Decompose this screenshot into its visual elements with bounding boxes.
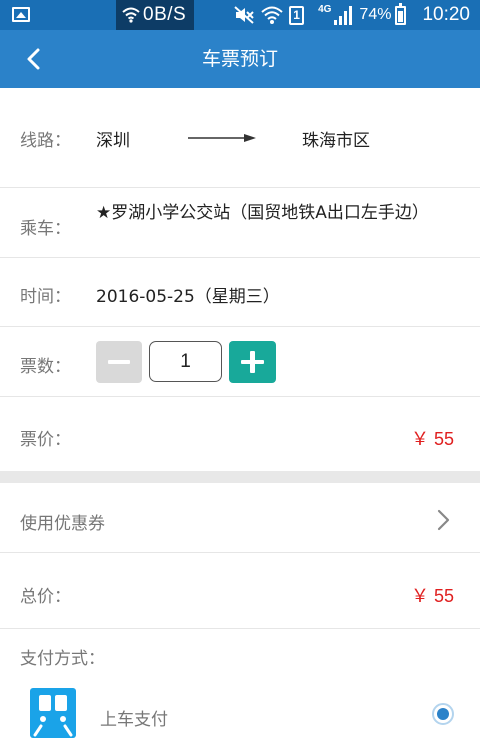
quantity-label: 票数： [20,357,71,377]
quantity-row: 票数： 1 [0,327,480,397]
route-from: 深圳 [96,131,130,151]
wifi-signal-icon [261,6,283,24]
coupon-row[interactable]: 使用优惠券 [0,483,480,553]
total-price: ￥ 55 [410,586,454,606]
section-divider [0,471,480,483]
clock: 10:20 [422,4,470,25]
time-row: 时间： 2016-05-25（星期三） [0,258,480,327]
quantity-input[interactable]: 1 [149,341,222,382]
mute-icon [234,6,254,24]
boarding-stop: ★罗湖小学公交站（国贸地铁A出口左手边） [96,203,429,223]
route-label: 线路： [20,131,71,151]
bus-icon [30,688,76,738]
sim-icon: 1 [289,5,305,25]
departure-date: 2016-05-25（星期三） [96,287,280,307]
arrow-right-icon [188,134,256,142]
cell-signal-icon [334,5,353,25]
battery-percent: 74% [359,6,392,23]
net-speed-text: 0B/S [143,4,187,25]
time-label: 时间： [20,287,71,307]
gallery-icon [12,7,30,22]
price-row: 票价： ￥ 55 [0,397,480,471]
coupon-label: 使用优惠券 [20,514,105,534]
ticket-price: ￥ 55 [410,429,454,449]
net-speed-indicator: 0B/S [116,0,194,30]
route-to: 珠海市区 [302,131,370,151]
network-type: 4G [318,3,332,15]
payment-option-onboard[interactable]: 上车支付 [0,680,480,745]
chevron-right-icon [437,509,450,531]
decrease-quantity-button[interactable] [96,341,142,383]
total-label: 总价： [20,587,71,607]
total-row: 总价： ￥ 55 [0,553,480,629]
boarding-row: 乘车： ★罗湖小学公交站（国贸地铁A出口左手边） [0,188,480,258]
page-title: 车票预订 [201,48,278,70]
payment-heading: 支付方式： [20,649,105,669]
price-label: 票价： [20,430,71,450]
title-bar: 车票预订 [0,30,480,88]
payment-radio-selected[interactable] [432,703,454,725]
increase-quantity-button[interactable] [229,341,276,383]
boarding-label: 乘车： [20,219,71,239]
status-bar: 0B/S 1 4G 74% 10:20 [0,0,480,30]
wifi-icon [122,7,140,23]
payment-option-label: 上车支付 [100,710,168,730]
battery-icon [395,2,407,25]
